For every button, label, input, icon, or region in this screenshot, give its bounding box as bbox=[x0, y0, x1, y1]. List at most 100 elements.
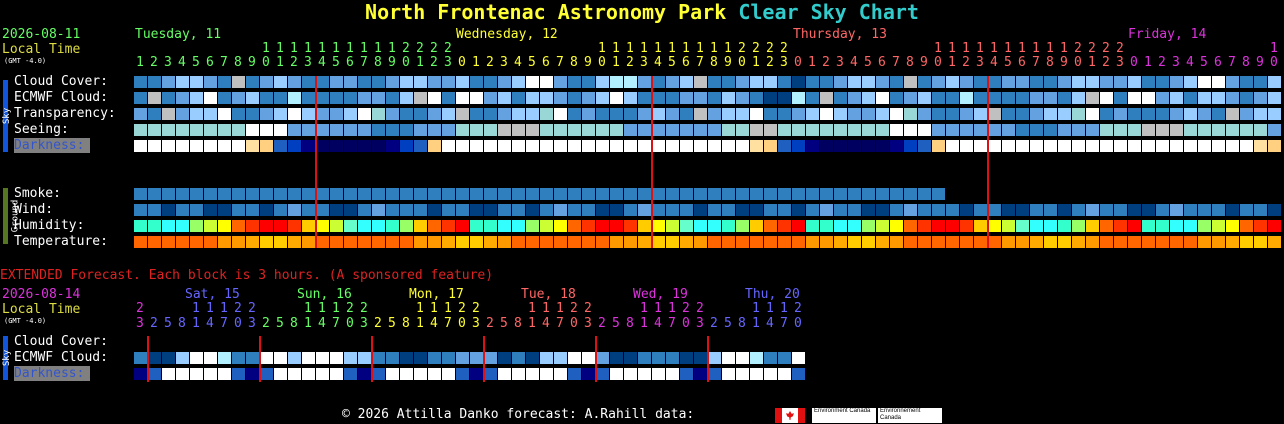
forecast-cell[interactable] bbox=[1128, 204, 1141, 216]
forecast-cell[interactable] bbox=[596, 124, 609, 136]
forecast-cell[interactable] bbox=[1002, 204, 1015, 216]
forecast-cell[interactable] bbox=[414, 204, 427, 216]
forecast-cell[interactable] bbox=[974, 92, 987, 104]
forecast-cell[interactable] bbox=[204, 140, 217, 152]
forecast-cell[interactable] bbox=[260, 236, 273, 248]
forecast-cell[interactable] bbox=[260, 352, 273, 364]
forecast-cell[interactable] bbox=[414, 236, 427, 248]
forecast-cell[interactable] bbox=[414, 368, 427, 380]
forecast-cell[interactable] bbox=[736, 236, 749, 248]
forecast-cell[interactable] bbox=[1184, 236, 1197, 248]
forecast-cell[interactable] bbox=[652, 92, 665, 104]
forecast-cell[interactable] bbox=[862, 220, 875, 232]
forecast-cell[interactable] bbox=[1156, 124, 1169, 136]
forecast-cell[interactable] bbox=[988, 124, 1001, 136]
forecast-cell[interactable] bbox=[764, 236, 777, 248]
forecast-cell[interactable] bbox=[442, 76, 455, 88]
forecast-cell[interactable] bbox=[176, 368, 189, 380]
forecast-cell[interactable] bbox=[806, 188, 819, 200]
forecast-cell[interactable] bbox=[1240, 140, 1253, 152]
forecast-cell[interactable] bbox=[344, 124, 357, 136]
forecast-cell[interactable] bbox=[372, 76, 385, 88]
forecast-cell[interactable] bbox=[148, 76, 161, 88]
forecast-cell[interactable] bbox=[1128, 76, 1141, 88]
forecast-cell[interactable] bbox=[1254, 92, 1267, 104]
forecast-cell[interactable] bbox=[148, 108, 161, 120]
forecast-cell[interactable] bbox=[792, 108, 805, 120]
forecast-cell[interactable] bbox=[792, 188, 805, 200]
forecast-cell[interactable] bbox=[736, 124, 749, 136]
forecast-cell[interactable] bbox=[484, 204, 497, 216]
forecast-cell[interactable] bbox=[904, 76, 917, 88]
forecast-cell[interactable] bbox=[134, 76, 147, 88]
forecast-cell[interactable] bbox=[792, 204, 805, 216]
forecast-cell[interactable] bbox=[1114, 92, 1127, 104]
forecast-cell[interactable] bbox=[428, 76, 441, 88]
forecast-cell[interactable] bbox=[470, 368, 483, 380]
forecast-cell[interactable] bbox=[218, 188, 231, 200]
forecast-cell[interactable] bbox=[1002, 188, 1015, 200]
forecast-cell[interactable] bbox=[512, 188, 525, 200]
forecast-cell[interactable] bbox=[428, 368, 441, 380]
forecast-cell[interactable] bbox=[400, 108, 413, 120]
forecast-cell[interactable] bbox=[918, 124, 931, 136]
forecast-cell[interactable] bbox=[960, 76, 973, 88]
forecast-cell[interactable] bbox=[498, 368, 511, 380]
forecast-cell[interactable] bbox=[1128, 188, 1141, 200]
forecast-cell[interactable] bbox=[610, 236, 623, 248]
forecast-cell[interactable] bbox=[904, 124, 917, 136]
forecast-cell[interactable] bbox=[1030, 236, 1043, 248]
forecast-cell[interactable] bbox=[400, 368, 413, 380]
forecast-cell[interactable] bbox=[652, 204, 665, 216]
forecast-cell[interactable] bbox=[736, 352, 749, 364]
forecast-cell[interactable] bbox=[246, 236, 259, 248]
forecast-cell[interactable] bbox=[512, 140, 525, 152]
forecast-cell[interactable] bbox=[134, 124, 147, 136]
forecast-cell[interactable] bbox=[134, 352, 147, 364]
forecast-cell[interactable] bbox=[134, 236, 147, 248]
forecast-cell[interactable] bbox=[1044, 76, 1057, 88]
forecast-cell[interactable] bbox=[1268, 236, 1281, 248]
forecast-cell[interactable] bbox=[890, 236, 903, 248]
forecast-cell[interactable] bbox=[610, 76, 623, 88]
forecast-cell[interactable] bbox=[1058, 92, 1071, 104]
forecast-cell[interactable] bbox=[1044, 220, 1057, 232]
forecast-cell[interactable] bbox=[974, 236, 987, 248]
forecast-cell[interactable] bbox=[358, 220, 371, 232]
forecast-cell[interactable] bbox=[806, 204, 819, 216]
forecast-cell[interactable] bbox=[386, 140, 399, 152]
forecast-cell[interactable] bbox=[456, 352, 469, 364]
forecast-cell[interactable] bbox=[232, 368, 245, 380]
forecast-cell[interactable] bbox=[694, 124, 707, 136]
forecast-cell[interactable] bbox=[624, 220, 637, 232]
forecast-cell[interactable] bbox=[596, 220, 609, 232]
forecast-cell[interactable] bbox=[624, 236, 637, 248]
forecast-cell[interactable] bbox=[190, 368, 203, 380]
forecast-cell[interactable] bbox=[778, 108, 791, 120]
forecast-cell[interactable] bbox=[1268, 108, 1281, 120]
forecast-cell[interactable] bbox=[358, 236, 371, 248]
forecast-cell[interactable] bbox=[694, 236, 707, 248]
forecast-cell[interactable] bbox=[1100, 76, 1113, 88]
forecast-cell[interactable] bbox=[736, 368, 749, 380]
forecast-cell[interactable] bbox=[820, 236, 833, 248]
forecast-cell[interactable] bbox=[274, 92, 287, 104]
forecast-cell[interactable] bbox=[1142, 188, 1155, 200]
forecast-cell[interactable] bbox=[134, 108, 147, 120]
forecast-cell[interactable] bbox=[680, 352, 693, 364]
forecast-cell[interactable] bbox=[526, 124, 539, 136]
forecast-cell[interactable] bbox=[1212, 124, 1225, 136]
forecast-cell[interactable] bbox=[764, 124, 777, 136]
forecast-cell[interactable] bbox=[1198, 108, 1211, 120]
forecast-cell[interactable] bbox=[232, 188, 245, 200]
forecast-cell[interactable] bbox=[862, 140, 875, 152]
forecast-cell[interactable] bbox=[666, 124, 679, 136]
forecast-cell[interactable] bbox=[442, 368, 455, 380]
forecast-cell[interactable] bbox=[568, 220, 581, 232]
forecast-cell[interactable] bbox=[918, 140, 931, 152]
forecast-cell[interactable] bbox=[1170, 92, 1183, 104]
forecast-cell[interactable] bbox=[1002, 124, 1015, 136]
forecast-cell[interactable] bbox=[960, 124, 973, 136]
forecast-cell[interactable] bbox=[400, 124, 413, 136]
forecast-cell[interactable] bbox=[652, 236, 665, 248]
